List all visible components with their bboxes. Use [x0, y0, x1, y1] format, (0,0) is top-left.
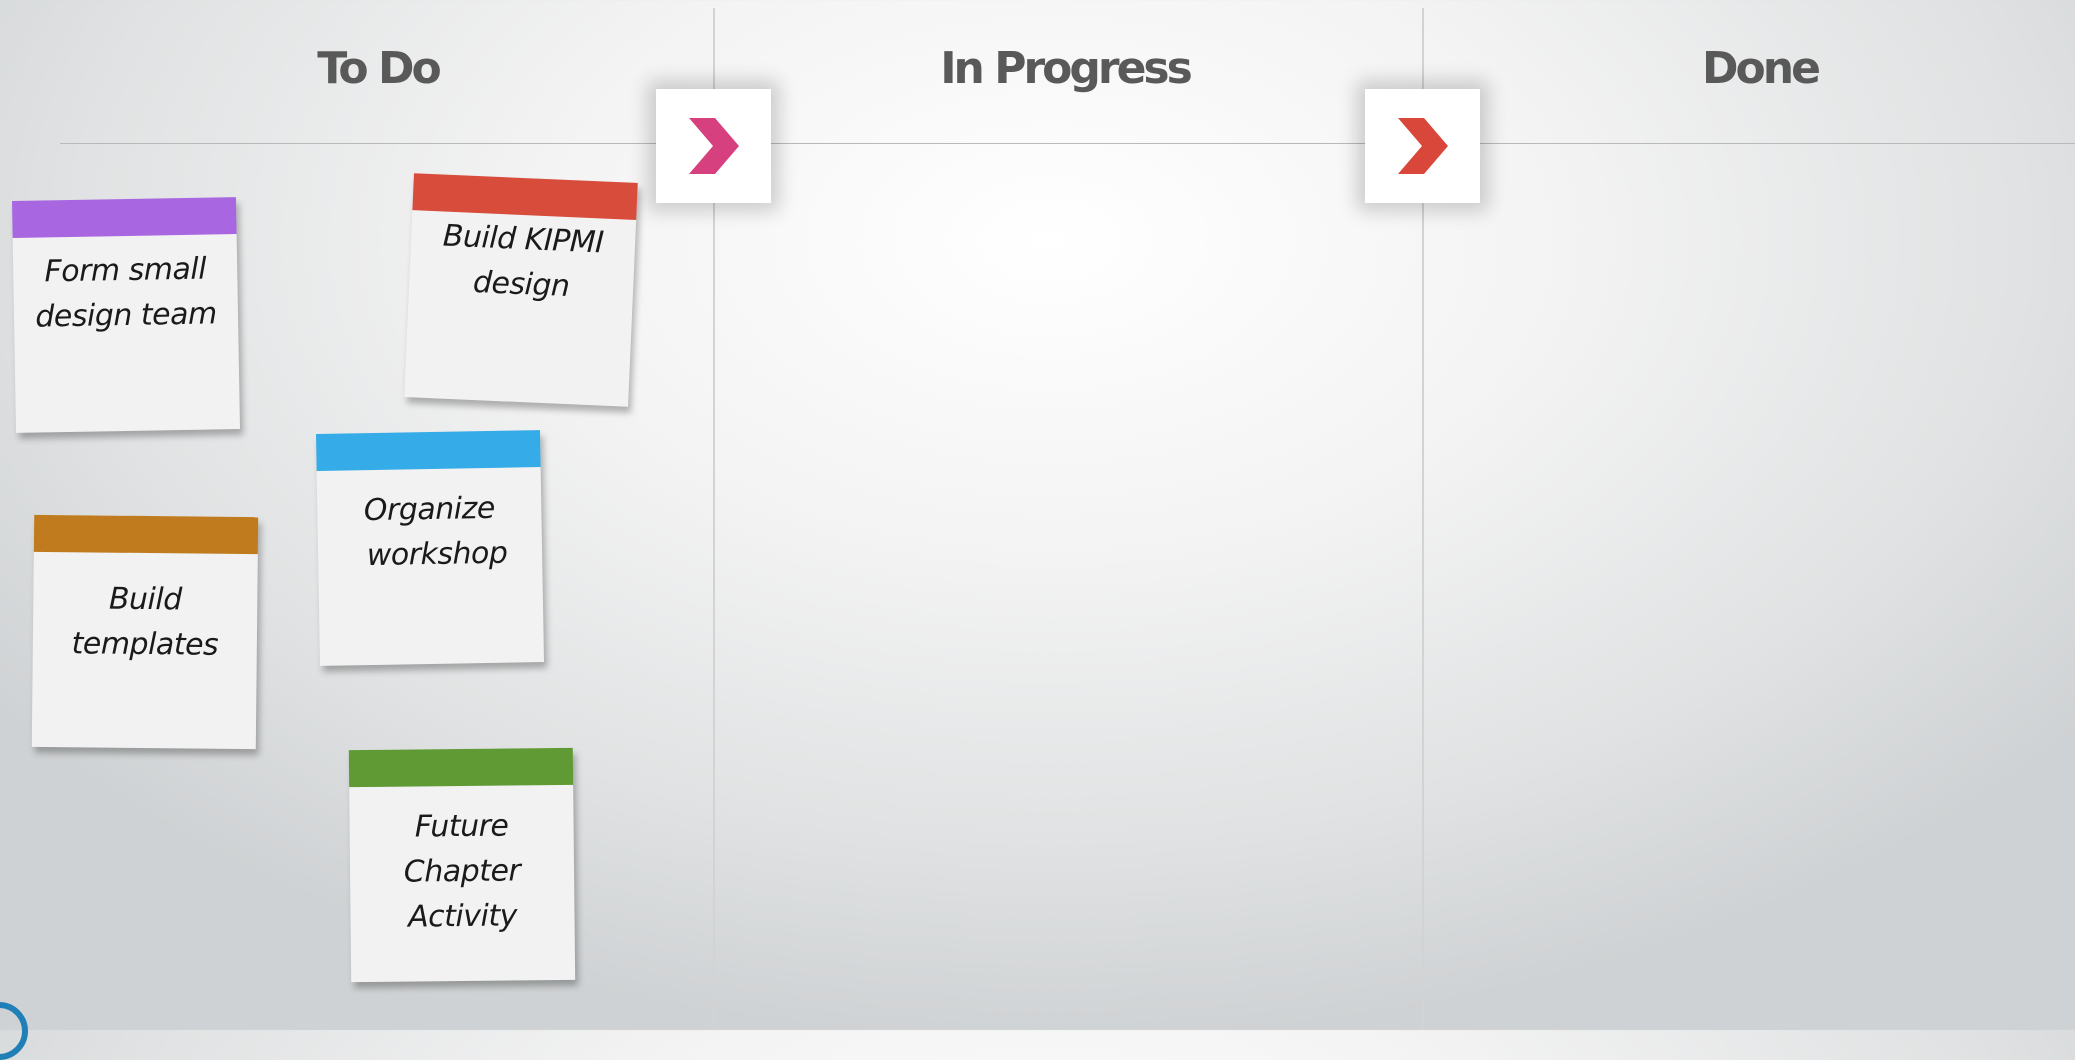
- card-color-tab: [11, 197, 237, 238]
- chevron-right-icon: [1397, 118, 1448, 174]
- card-text: Future Chapter Activity: [349, 785, 575, 940]
- card-text-line: Chapter: [403, 853, 521, 890]
- card-text-line: Activity: [407, 898, 518, 935]
- card-text-line: design: [472, 264, 571, 305]
- card-text-line: design team: [35, 296, 217, 335]
- card-text-line: templates: [71, 626, 219, 663]
- card-color-tab: [315, 430, 541, 471]
- card-text: Form small design team: [13, 234, 239, 340]
- move-to-done-button[interactable]: [1365, 89, 1480, 203]
- header-divider: [60, 143, 2075, 144]
- card-color-tab: [348, 747, 574, 788]
- column-header-in-progress: In Progress: [940, 43, 1193, 94]
- card-text: Build templates: [33, 552, 258, 668]
- card-text-line: workshop: [366, 535, 508, 574]
- card-text-line: Form small: [44, 251, 207, 290]
- card-text-line: Build KIPMI: [442, 218, 605, 261]
- task-card-build-templates[interactable]: Build templates: [31, 514, 259, 750]
- card-text: Organize workshop: [317, 467, 543, 579]
- card-text-line: Future: [414, 808, 509, 845]
- corner-accent-decoration: [0, 1002, 28, 1060]
- card-text-line: Build: [108, 581, 182, 618]
- task-card-organize-workshop[interactable]: Organize workshop: [315, 430, 545, 666]
- column-header-todo: To Do: [317, 43, 441, 94]
- chevron-right-icon: [688, 118, 739, 174]
- card-color-tab: [33, 514, 259, 555]
- column-header-done: Done: [1702, 43, 1821, 94]
- move-to-in-progress-button[interactable]: [656, 89, 771, 203]
- card-text: Build KIPMI design: [408, 210, 636, 312]
- task-card-build-kipmi-design[interactable]: Build KIPMI design: [404, 173, 638, 407]
- task-card-future-chapter-activity[interactable]: Future Chapter Activity: [348, 747, 576, 983]
- card-text-line: Organize: [363, 490, 496, 529]
- kanban-board: To Do In Progress Done Form small design…: [0, 0, 2075, 1060]
- task-card-form-small-design-team[interactable]: Form small design team: [11, 197, 241, 433]
